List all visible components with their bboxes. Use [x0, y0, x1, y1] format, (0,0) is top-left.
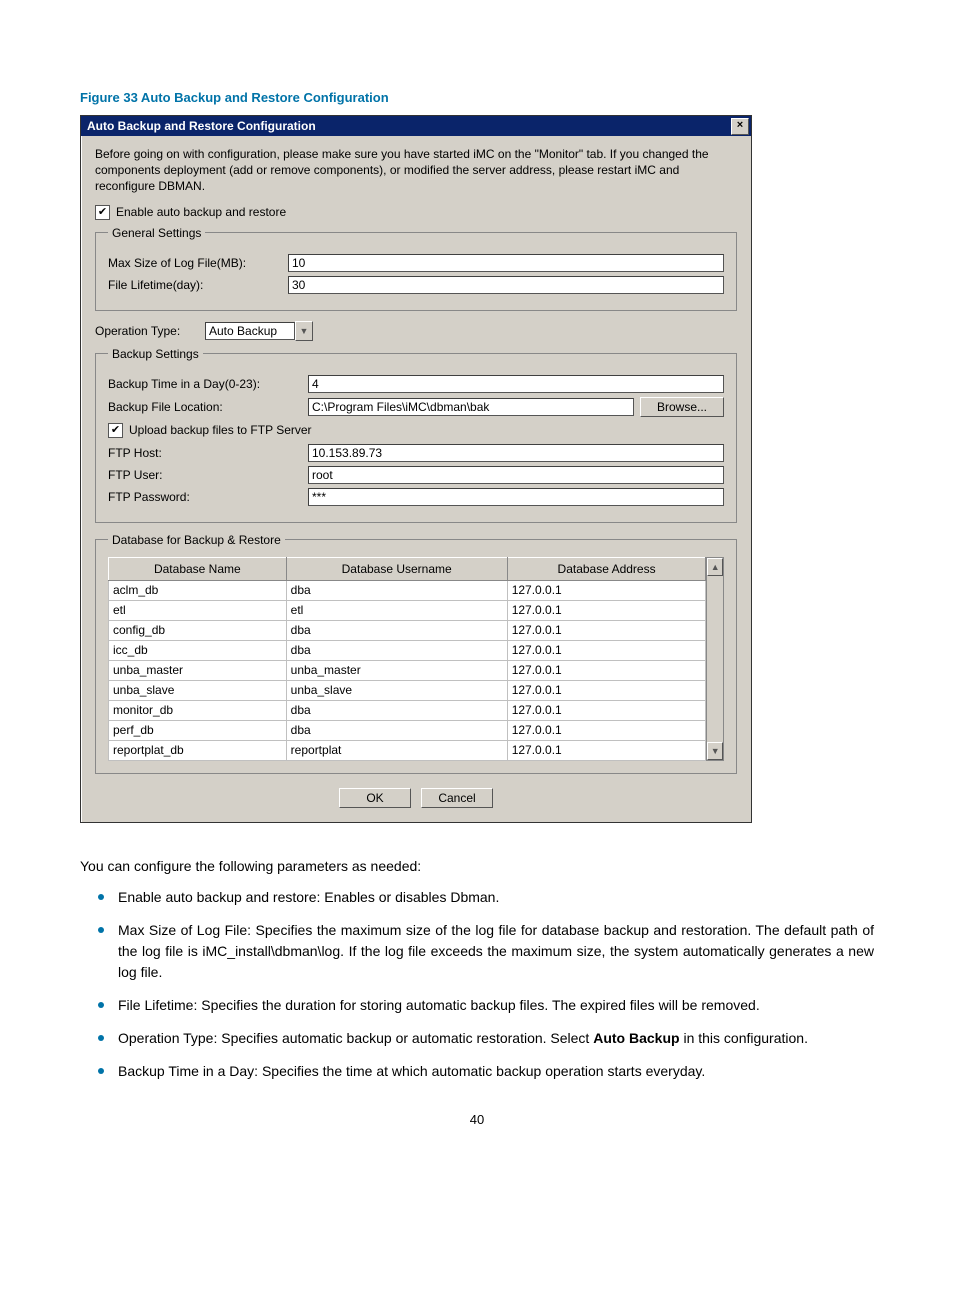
lifetime-input[interactable] [288, 276, 724, 294]
table-row[interactable]: monitor_dbdba127.0.0.1 [109, 700, 706, 720]
table-row[interactable]: perf_dbdba127.0.0.1 [109, 720, 706, 740]
page-number: 40 [80, 1112, 874, 1127]
list-item: File Lifetime: Specifies the duration fo… [80, 995, 874, 1016]
bullet-icon [98, 1068, 104, 1074]
database-table: Database Name Database Username Database… [108, 557, 706, 761]
table-scrollbar[interactable]: ▲ ▼ [706, 557, 724, 761]
enable-checkbox[interactable]: ✔ [95, 205, 110, 220]
ftp-user-label: FTP User: [108, 468, 308, 482]
list-item: Max Size of Log File: Specifies the maxi… [80, 920, 874, 983]
max-log-label: Max Size of Log File(MB): [108, 256, 288, 270]
dialog-title: Auto Backup and Restore Configuration [87, 119, 316, 133]
ftp-pass-label: FTP Password: [108, 490, 308, 504]
table-row[interactable]: unba_masterunba_master127.0.0.1 [109, 660, 706, 680]
col-addr[interactable]: Database Address [507, 557, 706, 580]
col-name[interactable]: Database Name [109, 557, 287, 580]
ftp-host-input[interactable] [308, 444, 724, 462]
upload-checkbox[interactable]: ✔ [108, 423, 123, 438]
list-item: Enable auto backup and restore: Enables … [80, 887, 874, 908]
dialog-auto-backup: Auto Backup and Restore Configuration × … [80, 115, 752, 823]
table-row[interactable]: unba_slaveunba_slave127.0.0.1 [109, 680, 706, 700]
backup-loc-input[interactable] [308, 398, 634, 416]
ftp-user-input[interactable] [308, 466, 724, 484]
col-user[interactable]: Database Username [286, 557, 507, 580]
ftp-host-label: FTP Host: [108, 446, 308, 460]
backup-time-input[interactable] [308, 375, 724, 393]
general-legend: General Settings [108, 226, 205, 240]
optype-dropdown[interactable]: ▼ [205, 321, 313, 341]
backup-legend: Backup Settings [108, 347, 203, 361]
backup-settings-group: Backup Settings Backup Time in a Day(0-2… [95, 347, 737, 523]
ok-button[interactable]: OK [339, 788, 411, 808]
table-row[interactable]: etletl127.0.0.1 [109, 600, 706, 620]
title-bar: Auto Backup and Restore Configuration × [81, 116, 751, 136]
enable-label: Enable auto backup and restore [116, 205, 286, 219]
list-item: Backup Time in a Day: Specifies the time… [80, 1061, 874, 1082]
general-settings-group: General Settings Max Size of Log File(MB… [95, 226, 737, 311]
max-log-input[interactable] [288, 254, 724, 272]
optype-value[interactable] [205, 322, 295, 340]
upload-label: Upload backup files to FTP Server [129, 423, 312, 437]
browse-button[interactable]: Browse... [640, 397, 724, 417]
bullet-icon [98, 894, 104, 900]
close-button[interactable]: × [731, 118, 749, 135]
bullet-icon [98, 927, 104, 933]
scroll-up-icon[interactable]: ▲ [707, 558, 723, 576]
backup-loc-label: Backup File Location: [108, 400, 308, 414]
bullet-list: Enable auto backup and restore: Enables … [80, 887, 874, 1082]
bullet-icon [98, 1035, 104, 1041]
optype-label: Operation Type: [95, 324, 205, 338]
db-legend: Database for Backup & Restore [108, 533, 285, 547]
cancel-button[interactable]: Cancel [421, 788, 493, 808]
backup-time-label: Backup Time in a Day(0-23): [108, 377, 308, 391]
scroll-down-icon[interactable]: ▼ [707, 742, 723, 760]
list-item: Operation Type: Specifies automatic back… [80, 1028, 874, 1049]
figure-caption: Figure 33 Auto Backup and Restore Config… [80, 90, 874, 105]
lifetime-label: File Lifetime(day): [108, 278, 288, 292]
chevron-down-icon[interactable]: ▼ [295, 321, 313, 341]
table-row[interactable]: reportplat_dbreportplat127.0.0.1 [109, 740, 706, 760]
database-group: Database for Backup & Restore Database N… [95, 533, 737, 774]
table-row[interactable]: config_dbdba127.0.0.1 [109, 620, 706, 640]
table-row[interactable]: icc_dbdba127.0.0.1 [109, 640, 706, 660]
ftp-pass-input[interactable] [308, 488, 724, 506]
bullet-icon [98, 1002, 104, 1008]
body-paragraph: You can configure the following paramete… [80, 857, 874, 876]
table-row[interactable]: aclm_dbdba127.0.0.1 [109, 580, 706, 600]
intro-text: Before going on with configuration, plea… [95, 146, 737, 195]
